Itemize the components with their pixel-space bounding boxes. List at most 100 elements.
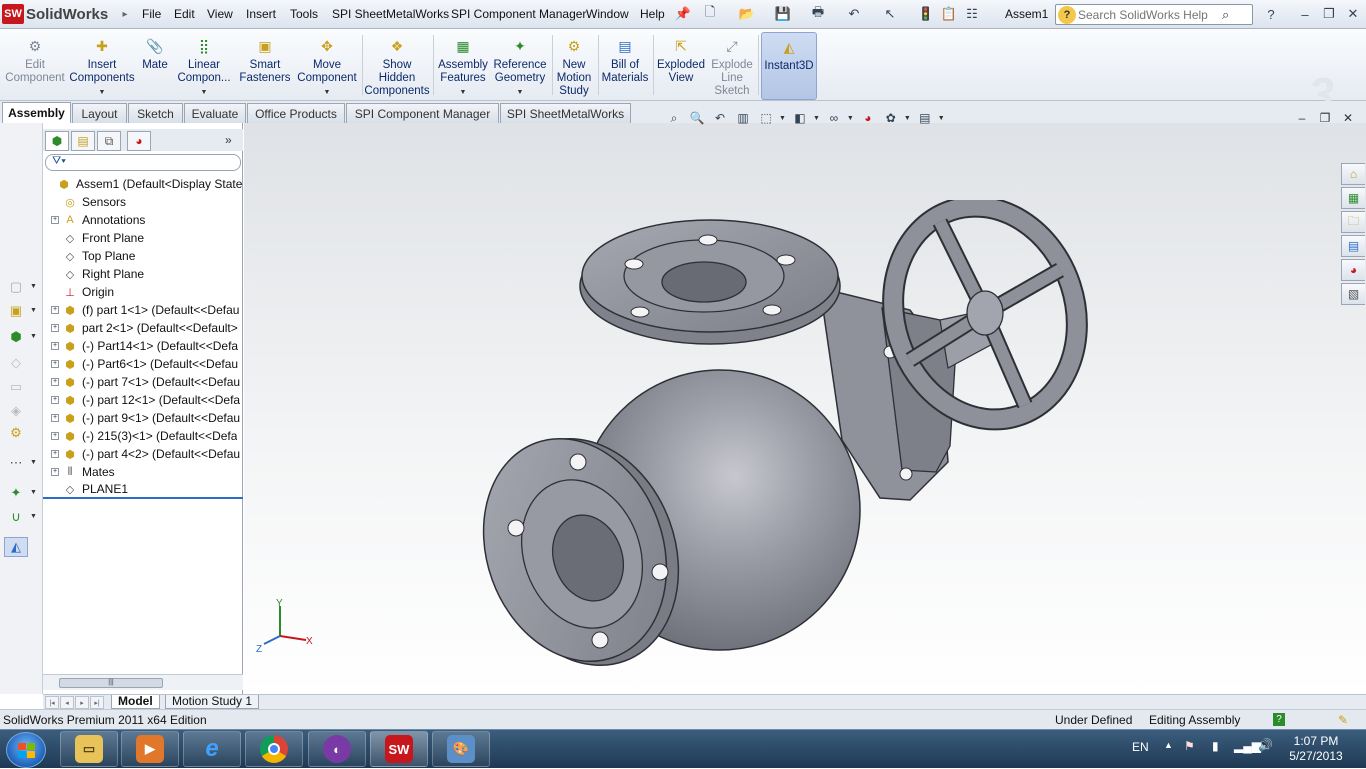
show-hidden-components-button[interactable]: ❖ Show Hidden Components bbox=[364, 32, 429, 100]
taskbar-chrome[interactable] bbox=[245, 731, 303, 767]
tree-item[interactable]: + ⬢ (-) part 9<1> (Default<<Defau bbox=[43, 409, 243, 427]
tree-item[interactable]: + A Annotations bbox=[43, 211, 243, 229]
assembly-feature-icon[interactable]: ⬢ bbox=[4, 327, 28, 347]
chevron-down-icon[interactable]: ▼ bbox=[30, 333, 37, 340]
chevron-down-icon[interactable]: ▼ bbox=[30, 513, 37, 520]
taskbar-solidworks[interactable]: SW bbox=[370, 731, 428, 767]
file-explorer-icon[interactable]: 🗀 bbox=[1341, 211, 1365, 233]
chevron-down-icon[interactable]: ▼ bbox=[460, 86, 467, 99]
restore-icon[interactable]: ❐ bbox=[1319, 5, 1339, 23]
show-hidden-icons-icon[interactable]: ▲ bbox=[1164, 740, 1173, 750]
status-help-icon[interactable]: ? bbox=[1273, 713, 1285, 726]
status-rebuild-icon[interactable]: ✎ bbox=[1338, 713, 1348, 727]
chevron-down-icon[interactable]: ▼ bbox=[813, 115, 820, 122]
menu-spi-component-manager[interactable]: SPI Component Manager bbox=[451, 7, 586, 21]
horizontal-scrollbar[interactable]: ||| bbox=[43, 674, 243, 690]
chevron-down-icon[interactable]: ▼ bbox=[201, 86, 208, 99]
expand-toggle-icon[interactable]: + bbox=[51, 468, 59, 476]
filter-icon[interactable]: ⛛▾ bbox=[52, 155, 66, 167]
move-component-button[interactable]: ✥ Move Component ▼ bbox=[296, 32, 358, 100]
valve-assembly-model[interactable] bbox=[470, 200, 1090, 670]
action-center-icon[interactable]: ⚑ bbox=[1184, 739, 1195, 753]
nav-next-icon[interactable]: ▸ bbox=[75, 696, 89, 709]
viewport-close-icon[interactable]: ✕ bbox=[1339, 110, 1357, 126]
help-icon[interactable]: ? bbox=[1261, 5, 1281, 23]
view-palette-icon[interactable]: ▤ bbox=[1341, 235, 1365, 257]
close-icon[interactable]: ✕ bbox=[1343, 5, 1363, 23]
zoom-to-area-icon[interactable]: 🔍 bbox=[687, 109, 707, 127]
solidworks-logo[interactable]: SW SolidWorks bbox=[2, 3, 118, 25]
menu-help[interactable]: Help bbox=[640, 7, 665, 21]
new-motion-study-button[interactable]: ⚙ New Motion Study bbox=[554, 32, 594, 100]
feature-tree-tab-icon[interactable]: ⬢ bbox=[45, 131, 69, 151]
chevron-down-icon[interactable]: ▼ bbox=[847, 115, 854, 122]
tree-filter-box[interactable]: ⛛▾ bbox=[45, 154, 241, 171]
chevron-down-icon[interactable]: ▼ bbox=[517, 86, 524, 99]
nav-last-icon[interactable]: ▸| bbox=[90, 696, 104, 709]
view-settings-icon[interactable]: ▤ bbox=[915, 109, 935, 127]
nav-first-icon[interactable]: |◂ bbox=[45, 696, 59, 709]
menu-edit[interactable]: Edit bbox=[174, 7, 195, 21]
mate-button[interactable]: 📎 Mate bbox=[138, 32, 172, 100]
chevron-down-icon[interactable]: ▼ bbox=[30, 459, 37, 466]
tree-item[interactable]: ◇ Right Plane bbox=[43, 265, 243, 283]
tree-item[interactable]: + ⬢ (-) part 7<1> (Default<<Defau bbox=[43, 373, 243, 391]
tree-item[interactable]: + ⬢ (-) Part14<1> (Default<<Defa bbox=[43, 337, 243, 355]
hidden-tool-icon[interactable]: ◇ bbox=[4, 353, 28, 373]
expand-toggle-icon[interactable]: + bbox=[51, 324, 59, 332]
taskbar-media-player[interactable]: ▶ bbox=[121, 731, 179, 767]
smart-fasteners-button[interactable]: ▣ Smart Fasteners bbox=[237, 32, 293, 100]
taskbar-clock[interactable]: 1:07 PM 5/27/2013 bbox=[1282, 734, 1350, 764]
help-search-input[interactable] bbox=[1078, 7, 1218, 22]
chevron-down-icon[interactable]: ▼ bbox=[938, 115, 945, 122]
pin-icon[interactable]: 📌 bbox=[673, 5, 693, 23]
start-button[interactable] bbox=[6, 732, 46, 768]
expand-toggle-icon[interactable]: + bbox=[51, 432, 59, 440]
tree-item[interactable]: + ⬢ (-) part 12<1> (Default<<Defa bbox=[43, 391, 243, 409]
chevron-down-icon[interactable]: ▼ bbox=[30, 307, 37, 314]
chevron-down-icon[interactable]: ▼ bbox=[904, 115, 911, 122]
tree-item[interactable]: ◎ Sensors bbox=[43, 193, 243, 211]
save-icon[interactable]: 💾 bbox=[773, 5, 793, 23]
tree-item[interactable]: + ⬢ (f) part 1<1> (Default<<Defau bbox=[43, 301, 243, 319]
expand-toggle-icon[interactable]: + bbox=[51, 342, 59, 350]
tree-item[interactable]: + ⬢ (-) 215(3)<1> (Default<<Defa bbox=[43, 427, 243, 445]
panel-expand-icon[interactable]: » bbox=[225, 133, 232, 147]
viewport-minimize-icon[interactable]: – bbox=[1293, 110, 1311, 126]
instant3d-icon[interactable]: ◭ bbox=[4, 537, 28, 557]
appearances-icon[interactable]: ◕ bbox=[1341, 259, 1365, 281]
taskbar-internet-explorer[interactable]: e bbox=[183, 731, 241, 767]
apply-scene-icon[interactable]: ✿ bbox=[881, 109, 901, 127]
rebuild-traffic-light-icon[interactable]: 🚦 bbox=[916, 5, 936, 23]
expand-toggle-icon[interactable]: + bbox=[51, 414, 59, 422]
menu-file[interactable]: File bbox=[142, 7, 161, 21]
tree-item[interactable]: ⊥ Origin bbox=[43, 283, 243, 301]
reference-geometry-icon[interactable]: ✦ bbox=[4, 483, 28, 503]
chevron-down-icon[interactable]: ▼ bbox=[30, 283, 37, 290]
hide-show-items-icon[interactable]: ∞ bbox=[824, 109, 844, 127]
curve-icon[interactable]: ∪ bbox=[4, 507, 28, 527]
tab-assembly[interactable]: Assembly bbox=[2, 102, 71, 123]
tab-sketch[interactable]: Sketch bbox=[128, 103, 183, 123]
display-style-icon[interactable]: ◧ bbox=[790, 109, 810, 127]
property-manager-tab-icon[interactable]: ▤ bbox=[71, 131, 95, 151]
insert-components-button[interactable]: ✚ Insert Components ▼ bbox=[69, 32, 134, 100]
display-manager-tab-icon[interactable]: ◕ bbox=[127, 131, 151, 151]
configuration-tab-icon[interactable]: ⧉ bbox=[97, 131, 121, 151]
menu-tools[interactable]: Tools bbox=[290, 7, 318, 21]
tab-spi-component-manager[interactable]: SPI Component Manager bbox=[346, 103, 499, 123]
taskbar-torrent[interactable]: ◐ bbox=[308, 731, 366, 767]
chevron-down-icon[interactable]: ▼ bbox=[99, 86, 106, 99]
tree-item[interactable]: + ⬢ (-) Part6<1> (Default<<Defau bbox=[43, 355, 243, 373]
expand-toggle-icon[interactable]: + bbox=[51, 216, 59, 224]
disabled-tool-icon[interactable]: ▭ bbox=[4, 377, 28, 397]
options-icon[interactable]: ☷ bbox=[962, 5, 982, 23]
undo-icon[interactable]: ↶ bbox=[844, 5, 864, 23]
tree-item[interactable]: + ⬢ part 2<1> (Default<<Default> bbox=[43, 319, 243, 337]
zoom-to-fit-icon[interactable]: ⌕ bbox=[664, 109, 684, 127]
edit-appearance-icon[interactable]: ◕ bbox=[858, 109, 878, 127]
menu-insert[interactable]: Insert bbox=[246, 7, 276, 21]
view-orientation-icon[interactable]: ⬚ bbox=[756, 109, 776, 127]
search-icon[interactable]: ⌕ bbox=[1222, 7, 1229, 23]
menu-view[interactable]: View bbox=[207, 7, 233, 21]
